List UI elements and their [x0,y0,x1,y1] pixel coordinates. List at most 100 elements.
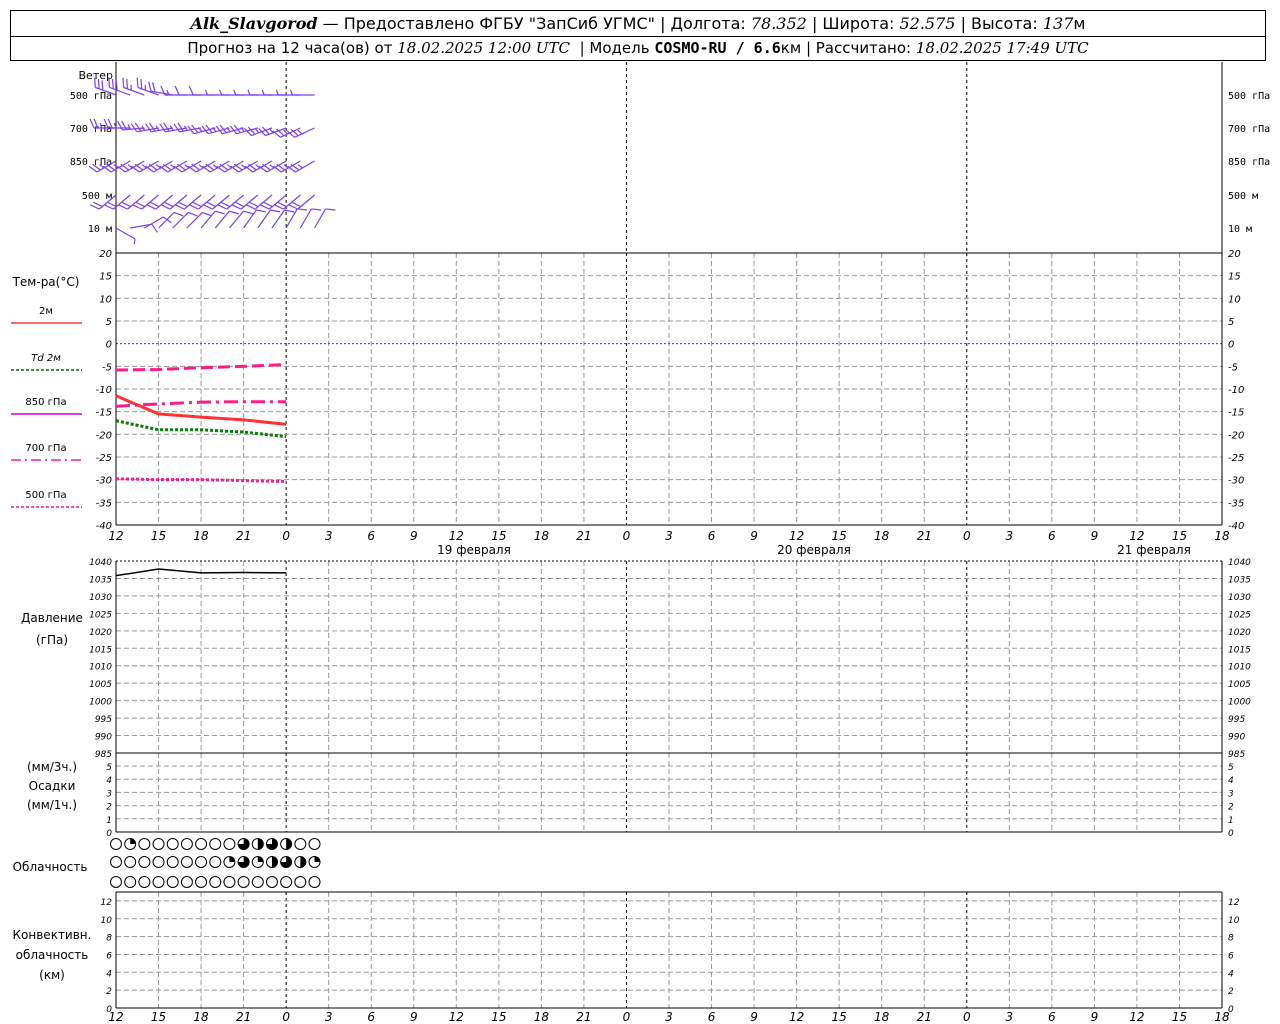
wind-barb [275,89,301,96]
temp-tick-right: -30 [1228,476,1244,487]
wind-barb-shaft [198,194,216,210]
wind-level-label-left: 10 м [88,224,112,235]
conv-title-1: Конвективн. [13,928,92,942]
time-tick-label: 15 [491,529,506,543]
pressure-tick-left: 1035 [89,575,112,585]
time-tick-label-bottom: 0 [963,1010,971,1024]
time-tick-label: 6 [1048,529,1056,543]
conv-tick-right: 12 [1228,898,1240,908]
wind-barb [287,160,315,173]
temp-tick-right: -10 [1228,385,1244,396]
time-tick-label-bottom: 3 [1005,1010,1013,1024]
cloud-cover-symbol [209,856,222,868]
cloud-cover-symbol [110,856,122,868]
time-tick-label: 0 [623,529,631,543]
wind-barb-shaft [240,194,259,210]
temp-tick-left: 10 [99,294,112,305]
cloud-cover-symbol [308,876,321,888]
time-tick-label-bottom: 21 [917,1010,932,1024]
temp-tick-right: 20 [1228,249,1241,260]
temp-tick-left: -25 [96,453,112,464]
wind-level-label-right: 500 м [1228,191,1258,202]
conv-tick-right: 2 [1228,987,1234,997]
time-tick-label-bottom: 18 [1214,1010,1230,1024]
temp-tick-right: -25 [1228,453,1244,464]
time-tick-label-bottom: 21 [236,1010,251,1024]
temp-tick-left: 20 [99,249,112,260]
wind-barb [233,89,258,96]
precip-tick-right: 3 [1228,789,1234,799]
wind-barb [247,89,272,96]
wind-barb [188,85,216,96]
wind-barb-feather [188,85,194,96]
cloud-cover-symbol [152,838,165,850]
pressure-tick-right: 1040 [1228,558,1251,568]
temp-tick-left: -10 [96,385,112,396]
wind-level-label-right: 500 гПа [1228,91,1270,102]
time-tick-label-bottom: 6 [367,1010,375,1024]
pressure-tick-right: 1030 [1228,593,1251,603]
wind-barb-feather [122,77,125,88]
precip-tick-right: 0 [1228,829,1234,839]
wind-barb-half-feather [240,126,245,132]
temp-tick-right: -5 [1228,362,1238,373]
pressure-tick-left: 995 [95,715,112,725]
conv-tick-left: 4 [106,969,112,979]
pressure-tick-right: 990 [1228,733,1245,743]
time-tick-label-bottom: 3 [665,1010,673,1024]
wind-barb [243,209,267,229]
temp-title: Тем-ра(°C) [12,275,80,289]
wind-barb-half-feather [289,89,294,96]
wind-barb [288,194,315,210]
time-tick-label-bottom: 12 [789,1010,804,1024]
cloud-cover-symbol [209,838,222,850]
temp-tick-right: 10 [1228,294,1241,305]
time-tick-label: 21 [576,529,591,543]
cloud-cover-symbol [209,876,222,888]
wind-barb-feather [229,210,240,215]
pressure-tick-right: 985 [1228,750,1245,760]
cloud-cover-symbol [110,838,122,850]
time-tick-label: 18 [1214,529,1230,543]
pressure-tick-left: 1005 [89,680,112,690]
time-tick-label: 9 [410,529,418,543]
time-tick-label: 12 [449,529,464,543]
cloud-cover-fill [300,856,306,868]
temp-legend-label: Td 2м [31,353,61,364]
precip-unit-1h: (мм/1ч.) [27,798,77,812]
wind-barb-shaft [226,194,245,210]
time-tick-label: 21 [236,529,251,543]
time-tick-label: 9 [1091,529,1099,543]
cloud-cover-symbol [166,838,179,850]
cloud-cover-symbol [152,876,165,888]
pressure-tick-left: 1020 [89,628,112,638]
time-tick-label: 18 [193,529,209,543]
time-tick-label-bottom: 18 [874,1010,890,1024]
cloud-cover-symbol [180,856,193,868]
temp-legend-label: 700 гПа [25,443,66,454]
time-tick-label-bottom: 21 [576,1010,591,1024]
conv-tick-left: 8 [106,934,112,944]
cloud-cover-symbol [180,838,193,850]
precip-tick-right: 4 [1228,776,1234,786]
precip-tick-right: 2 [1228,803,1234,813]
precip-tick-left: 1 [106,816,112,826]
time-tick-label: 0 [963,529,971,543]
time-tick-label: 9 [750,529,758,543]
wind-barb-half-feather [247,89,251,96]
time-tick-label-bottom: 9 [1091,1010,1099,1024]
wind-barb [285,208,308,229]
wind-barb-shaft [169,194,188,210]
temp-tick-right: 15 [1228,272,1241,283]
wind-barb-shaft [299,208,312,229]
wind-level-label-right: 10 м [1228,224,1252,235]
conv-tick-left: 6 [106,951,112,961]
wind-barb-shaft [127,194,145,210]
wind-barb-feather [297,208,308,211]
wind-barb [286,127,315,138]
time-tick-label: 15 [1172,529,1187,543]
time-tick-label: 0 [282,529,290,543]
wind-barb-half-feather [133,238,136,245]
wind-barb-shaft [297,194,315,210]
pressure-tick-left: 990 [95,733,112,743]
